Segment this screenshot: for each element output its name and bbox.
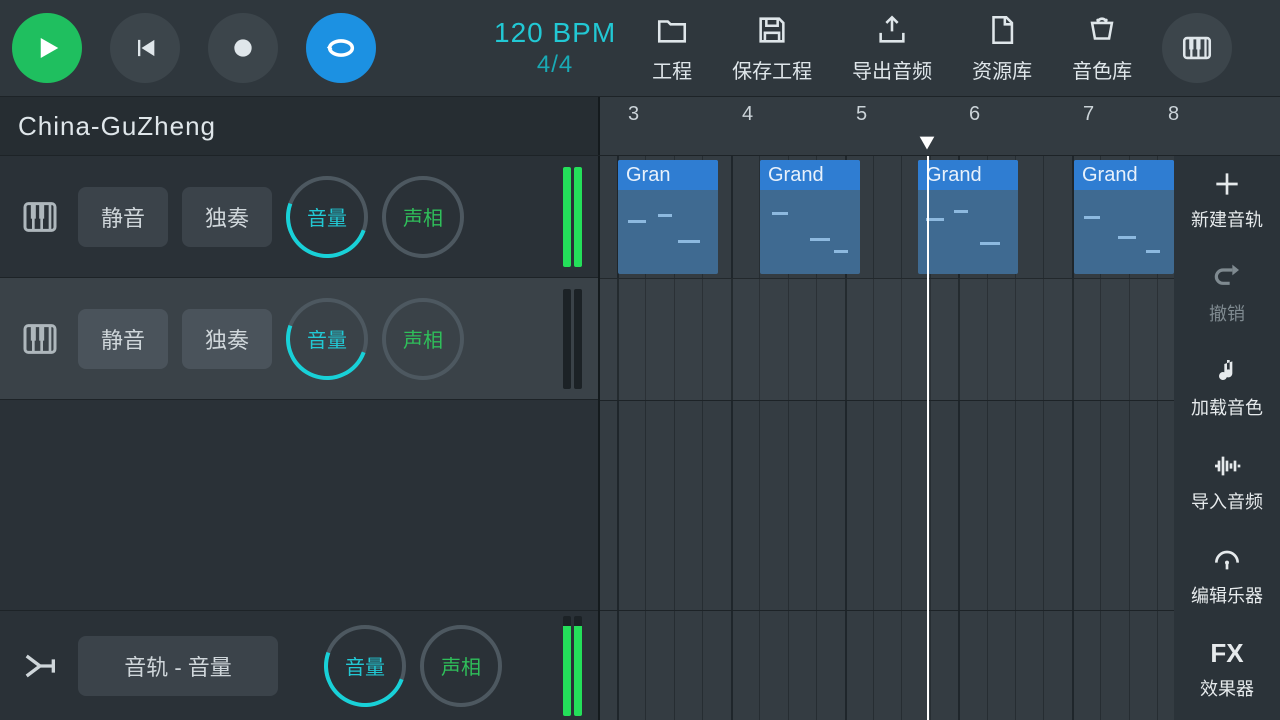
top-menu: 工程 保存工程 导出音频 资源库 音色库 — [652, 13, 1132, 84]
level-meter — [563, 167, 582, 267]
timeline-ruler[interactable]: 3 4 5 6 7 8 — [600, 97, 1280, 155]
right-sidebar: 新建音轨 撤销 加载音色 导入音频 编辑乐器 FX 效果器 — [1174, 156, 1280, 720]
new-track-button[interactable]: 新建音轨 — [1191, 168, 1263, 232]
midi-clip[interactable]: Gran — [618, 160, 718, 274]
midi-clip[interactable]: Grand — [918, 160, 1018, 274]
midi-clip[interactable]: Grand — [1074, 160, 1174, 274]
track-row[interactable]: 静音 独奏 音量 声相 — [0, 156, 598, 278]
playhead-line[interactable] — [927, 156, 929, 720]
pan-knob[interactable]: 声相 — [382, 298, 464, 380]
selected-track-name[interactable]: China-GuZheng — [0, 97, 600, 155]
volume-knob[interactable]: 音量 — [286, 176, 368, 258]
instrument-icon[interactable] — [16, 319, 64, 359]
play-button[interactable] — [12, 13, 82, 83]
fx-button[interactable]: FX 效果器 — [1200, 638, 1254, 701]
solo-button[interactable]: 独奏 — [182, 309, 272, 369]
master-track-row[interactable]: 音轨 - 音量 音量 声相 — [0, 610, 598, 720]
time-signature: 4/4 — [494, 51, 616, 79]
master-output-icon[interactable] — [16, 646, 64, 686]
load-sound-button[interactable]: 加载音色 — [1191, 356, 1263, 420]
empty-track-area[interactable] — [0, 400, 598, 610]
bpm-value: 120 BPM — [494, 17, 616, 49]
solo-button[interactable]: 独奏 — [182, 187, 272, 247]
instrument-icon[interactable] — [16, 197, 64, 237]
menu-sounds[interactable]: 音色库 — [1072, 13, 1132, 84]
volume-knob[interactable]: 音量 — [286, 298, 368, 380]
midi-clip[interactable]: Grand — [760, 160, 860, 274]
fx-icon: FX — [1210, 638, 1243, 669]
top-toolbar: 120 BPM 4/4 工程 保存工程 导出音频 资源库 音色库 — [0, 0, 1280, 96]
master-label[interactable]: 音轨 - 音量 — [78, 636, 278, 696]
master-volume-knob[interactable]: 音量 — [324, 625, 406, 707]
mute-button[interactable]: 静音 — [78, 187, 168, 247]
rewind-button[interactable] — [110, 13, 180, 83]
master-level-meter — [563, 616, 582, 716]
menu-save[interactable]: 保存工程 — [732, 13, 812, 84]
tempo-display[interactable]: 120 BPM 4/4 — [494, 17, 616, 79]
mute-button[interactable]: 静音 — [78, 309, 168, 369]
menu-project[interactable]: 工程 — [652, 13, 692, 84]
menu-export[interactable]: 导出音频 — [852, 13, 932, 84]
keyboard-button[interactable] — [1162, 13, 1232, 83]
menu-library[interactable]: 资源库 — [972, 13, 1032, 84]
undo-button[interactable]: 撤销 — [1209, 262, 1245, 326]
pan-knob[interactable]: 声相 — [382, 176, 464, 258]
track-row[interactable]: 静音 独奏 音量 声相 — [0, 278, 598, 400]
timeline-area[interactable]: Gran Grand Grand — [600, 156, 1174, 720]
record-button[interactable] — [208, 13, 278, 83]
master-pan-knob[interactable]: 声相 — [420, 625, 502, 707]
track-panel: 静音 独奏 音量 声相 静音 独奏 音量 声相 — [0, 156, 600, 720]
edit-instrument-button[interactable]: 编辑乐器 — [1191, 544, 1263, 608]
loop-button[interactable] — [306, 13, 376, 83]
level-meter — [563, 289, 582, 389]
import-audio-button[interactable]: 导入音频 — [1191, 450, 1263, 514]
